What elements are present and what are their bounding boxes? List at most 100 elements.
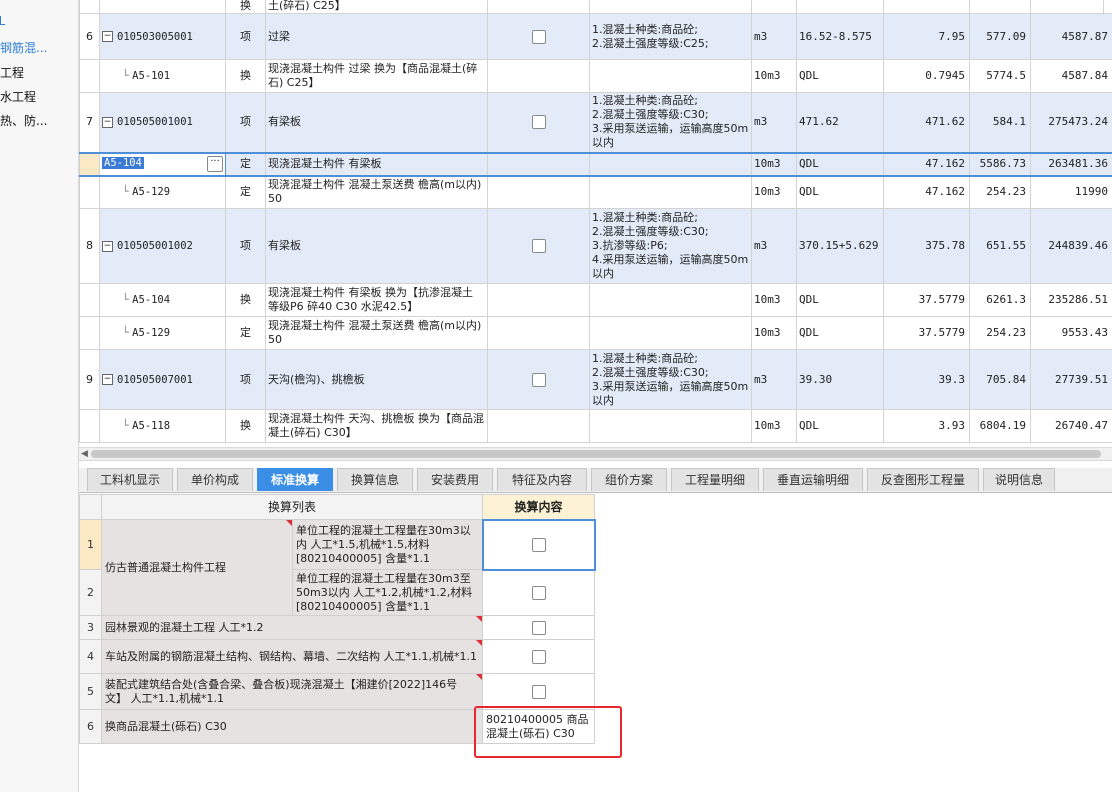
table-row[interactable]: └ A5-104 换现浇混凝土构件 有梁板 换为【抗渗混凝土 等级P6 碎40 C… <box>79 283 1112 317</box>
code-cell[interactable]: └ A5-104 <box>99 283 226 317</box>
qty-expr-cell[interactable]: QDL <box>796 409 884 443</box>
table-row[interactable]: 换 土(碎石) C25】 <box>79 0 1112 14</box>
qty-cell: 47.162 <box>883 175 970 209</box>
total-cell: 275473.24 <box>1030 92 1112 153</box>
code-cell[interactable]: −010503005001 <box>99 13 226 60</box>
row-checkbox[interactable] <box>531 239 546 253</box>
row-checkbox[interactable] <box>531 115 546 130</box>
code-input[interactable]: A5-104 <box>102 157 144 169</box>
tab-description[interactable]: 说明信息 <box>983 468 1055 491</box>
table-row[interactable]: └ A5-129 定现浇混凝土构件 混凝土泵送费 檐高(m以内) 50 10m3 QD… <box>79 175 1112 209</box>
tab-material-machine[interactable]: 工料机显示 <box>87 468 173 491</box>
table-row[interactable]: └ A5-118 换现浇混凝土构件 天沟、挑檐板 换为【商品混凝土(碎石) C30… <box>79 409 1112 443</box>
name-cell[interactable]: 现浇混凝土构件 天沟、挑檐板 换为【商品混凝土(碎石) C30】 <box>265 409 488 443</box>
table-row[interactable]: 9 −010505007001 项天沟(檐沟)、挑檐板 1.混凝土种类:商品砼; 2.… <box>79 349 1112 410</box>
qty-expr-cell[interactable]: QDL <box>796 175 884 209</box>
sidebar-item-engineering[interactable]: 工程 <box>0 64 24 81</box>
collapse-icon[interactable]: − <box>102 116 113 128</box>
conversion-text: 园林景观的混凝土工程 人工*1.2 <box>100 615 484 640</box>
qty-expr-cell[interactable]: QDL <box>796 283 884 317</box>
total-cell: 244839.46 <box>1030 208 1112 284</box>
collapse-icon[interactable]: − <box>102 240 113 252</box>
unit-cell: 10m3 <box>751 59 797 93</box>
tab-reverse-lookup[interactable]: 反查图形工程量 <box>867 468 979 491</box>
price-cell: 584.1 <box>969 92 1031 153</box>
total-cell: 9553.43 <box>1030 316 1112 350</box>
name-cell[interactable]: 有梁板 <box>265 208 488 284</box>
conversion-checkbox-1[interactable] <box>531 537 546 552</box>
name-cell[interactable]: 现浇混凝土构件 有梁板 换为【抗渗混凝土 等级P6 碎40 C30 水泥42.5… <box>265 283 488 317</box>
conversion-checkbox-4[interactable] <box>531 649 546 664</box>
qty-expr-cell[interactable]: 471.62 <box>796 92 884 153</box>
conversion-checkbox-5[interactable] <box>531 684 546 699</box>
budget-table-body: 6−010503005001 项过梁 1.混凝土种类:商品砼; 2.混凝土强度等级:… <box>79 13 1112 443</box>
code-cell[interactable]: −010505007001 <box>99 349 226 410</box>
qty-expr-cell[interactable]: 16.52-8.575 <box>796 13 884 60</box>
total-cell: 235286.51 <box>1030 283 1112 317</box>
name-cell[interactable]: 天沟(檐沟)、挑檐板 <box>265 349 488 410</box>
scroll-left-icon[interactable]: ◀ <box>81 449 88 459</box>
type-cell: 项 <box>225 208 266 284</box>
sidebar-item-heat-protection[interactable]: 热、防... <box>0 112 47 129</box>
row-checkbox[interactable] <box>531 372 546 387</box>
total-cell: 4587.87 <box>1030 13 1112 60</box>
feature-cell: 1.混凝土种类:商品砼; 2.混凝土强度等级:C30; 3.采用泵送运输，运输高… <box>589 92 752 153</box>
code-cell[interactable]: A5-104 ··· <box>99 151 226 177</box>
sidebar-item-water-engineering[interactable]: 水工程 <box>0 88 36 105</box>
code-cell[interactable]: └ A5-101 <box>99 59 226 93</box>
table-row[interactable]: 8 −010505001002 项有梁板 1.混凝土种类:商品砼; 2.混凝土强度等级… <box>79 208 1112 284</box>
qty-expr-cell[interactable]: 39.30 <box>796 349 884 410</box>
gutter-cell <box>79 409 100 443</box>
table-row[interactable]: 7 −010505001001 项有梁板 1.混凝土种类:商品砼; 2.混凝土强度等级… <box>79 92 1112 153</box>
tab-conversion-info[interactable]: 换算信息 <box>337 468 413 491</box>
price-cell: 5774.5 <box>969 59 1031 93</box>
group-label: 仿古普通混凝土构件工程 <box>101 519 293 616</box>
row-checkbox[interactable] <box>531 29 546 44</box>
name-cell[interactable]: 现浇混凝土构件 过梁 换为【商品混凝土(碎石) C25】 <box>265 59 488 93</box>
qty-cell: 3.93 <box>883 409 970 443</box>
name-cell[interactable]: 现浇混凝土构件 有梁板 <box>265 151 488 177</box>
table-row[interactable]: 6 −010503005001 项过梁 1.混凝土种类:商品砼; 2.混凝土强度等级:… <box>79 13 1112 60</box>
scroll-thumb[interactable] <box>91 450 1101 458</box>
horizontal-scrollbar[interactable]: ◀ <box>79 447 1112 461</box>
conversion-checkbox-3[interactable] <box>531 620 546 635</box>
name-cell[interactable]: 现浇混凝土构件 混凝土泵送费 檐高(m以内) 50 <box>265 316 488 350</box>
code-cell[interactable]: └ A5-118 <box>99 409 226 443</box>
price-cell: 651.55 <box>969 208 1031 284</box>
qty-expr-cell[interactable]: QDL <box>796 316 884 350</box>
more-options-icon[interactable]: ··· <box>207 156 223 172</box>
table-row[interactable]: A5-104 ··· 定现浇混凝土构件 有梁板 10m3 QDL 47.162 5586.7… <box>79 151 1112 177</box>
tab-unit-price[interactable]: 单价构成 <box>177 468 253 491</box>
conversion-checkbox-2[interactable] <box>531 585 546 600</box>
name-cell[interactable]: 现浇混凝土构件 混凝土泵送费 檐高(m以内) 50 <box>265 175 488 209</box>
conversion-text: 车站及附属的钢筋混凝土结构、钢结构、幕墙、二次结构 人工*1.1,机械*1.1 <box>100 639 484 674</box>
tab-vertical-transport[interactable]: 垂直运输明细 <box>763 468 863 491</box>
qty-expr-cell[interactable]: QDL <box>796 151 884 177</box>
row-number: 7 <box>86 115 93 129</box>
qty-cell: 375.78 <box>883 208 970 284</box>
code-cell[interactable]: └ A5-129 <box>99 175 226 209</box>
collapse-icon[interactable]: − <box>102 374 113 385</box>
table-row[interactable]: └ A5-101 换现浇混凝土构件 过梁 换为【商品混凝土(碎石) C25】 10m… <box>79 59 1112 93</box>
qty-expr-cell[interactable]: QDL <box>796 59 884 93</box>
collapse-icon[interactable]: − <box>102 31 113 42</box>
code-cell[interactable]: −010505001001 <box>99 92 226 153</box>
table-row[interactable]: └ A5-129 定现浇混凝土构件 混凝土泵送费 檐高(m以内) 50 10m3 QD… <box>79 316 1112 350</box>
tab-feature-content[interactable]: 特征及内容 <box>497 468 587 491</box>
code-cell[interactable]: −010505001002 <box>99 208 226 284</box>
code-cell[interactable]: └ A5-129 <box>99 316 226 350</box>
left-sidebar: 钢筋混... 工程 水工程 热、防... <box>0 0 79 792</box>
tab-standard-conversion[interactable]: 标准换算 <box>257 468 333 491</box>
conversion-content-value[interactable]: 80210400005 商品混凝土(砾石) C30 <box>482 709 596 744</box>
tab-install-fee[interactable]: 安装费用 <box>417 468 493 491</box>
sidebar-item-rebar-concrete[interactable]: 钢筋混... <box>0 39 47 56</box>
tab-quantity-detail[interactable]: 工程量明细 <box>671 468 759 491</box>
qty-expr-cell[interactable]: 370.15+5.629 <box>796 208 884 284</box>
gutter-cell: 7 <box>79 92 100 153</box>
name-cell[interactable]: 过梁 <box>265 13 488 60</box>
row-number: 3 <box>79 615 102 640</box>
conversion-text: 单位工程的混凝土工程量在30m3以内 人工*1.5,机械*1.5,材料[8021… <box>291 519 484 570</box>
row-number: 5 <box>79 673 102 710</box>
name-cell[interactable]: 有梁板 <box>265 92 488 153</box>
tab-pricing-scheme[interactable]: 组价方案 <box>591 468 667 491</box>
